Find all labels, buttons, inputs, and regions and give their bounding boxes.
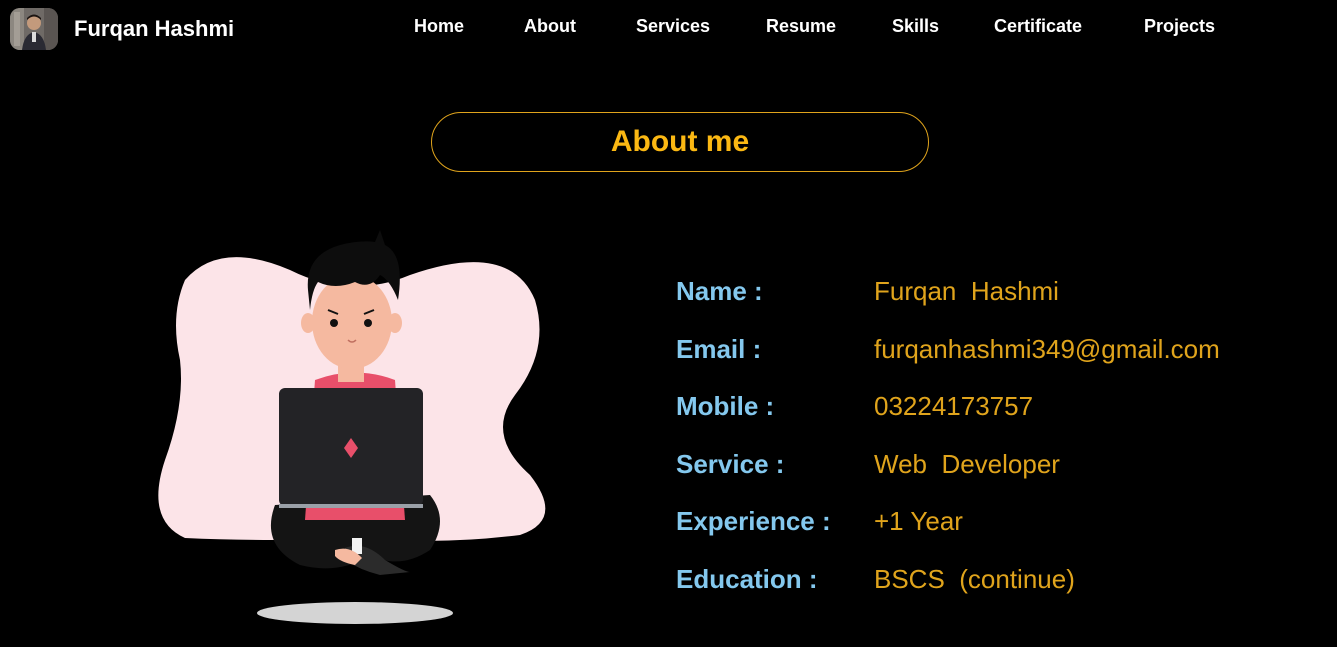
- nav-services-link[interactable]: Services: [636, 16, 710, 37]
- info-row-email: Email : furqanhashmi349@gmail.com: [676, 334, 1316, 374]
- info-label: Education :: [676, 564, 818, 594]
- info-value: 03224173757: [874, 391, 1034, 421]
- nav-resume-link[interactable]: Resume: [766, 16, 836, 37]
- info-value: BSCS (continue): [874, 564, 1075, 594]
- info-label: Mobile :: [676, 391, 775, 421]
- info-row-mobile: Mobile : 03224173757: [676, 391, 1316, 431]
- nav-about-link[interactable]: About: [524, 16, 576, 37]
- developer-illustration: [140, 220, 560, 630]
- info-row-education: Education : BSCS (continue): [676, 564, 1316, 604]
- info-label: Service :: [676, 449, 785, 479]
- info-value: furqanhashmi349@gmail.com: [874, 334, 1220, 364]
- info-row-service: Service : Web Developer: [676, 449, 1316, 489]
- info-label: Name :: [676, 276, 763, 306]
- nav-skills-link[interactable]: Skills: [892, 16, 939, 37]
- section-title: About me: [610, 125, 750, 158]
- info-value: Furqan Hashmi: [874, 276, 1059, 306]
- nav-home-link[interactable]: Home: [414, 16, 464, 37]
- page: Furqan Hashmi Home About Services Resume…: [0, 0, 1337, 647]
- nav-menu: Home About Services Resume Skills Certif…: [0, 16, 1337, 40]
- info-row-name: Name : Furqan Hashmi: [676, 276, 1316, 316]
- nav-projects-link[interactable]: Projects: [1144, 16, 1215, 37]
- info-value: +1 Year: [874, 506, 963, 536]
- nav-certificate-link[interactable]: Certificate: [994, 16, 1082, 37]
- info-label: Experience :: [676, 506, 831, 536]
- section-title-pill: About me: [431, 112, 929, 172]
- navbar: Furqan Hashmi Home About Services Resume…: [0, 0, 1337, 60]
- info-row-experience: Experience : +1 Year: [676, 506, 1316, 546]
- info-value: Web Developer: [874, 449, 1060, 479]
- info-label: Email :: [676, 334, 762, 364]
